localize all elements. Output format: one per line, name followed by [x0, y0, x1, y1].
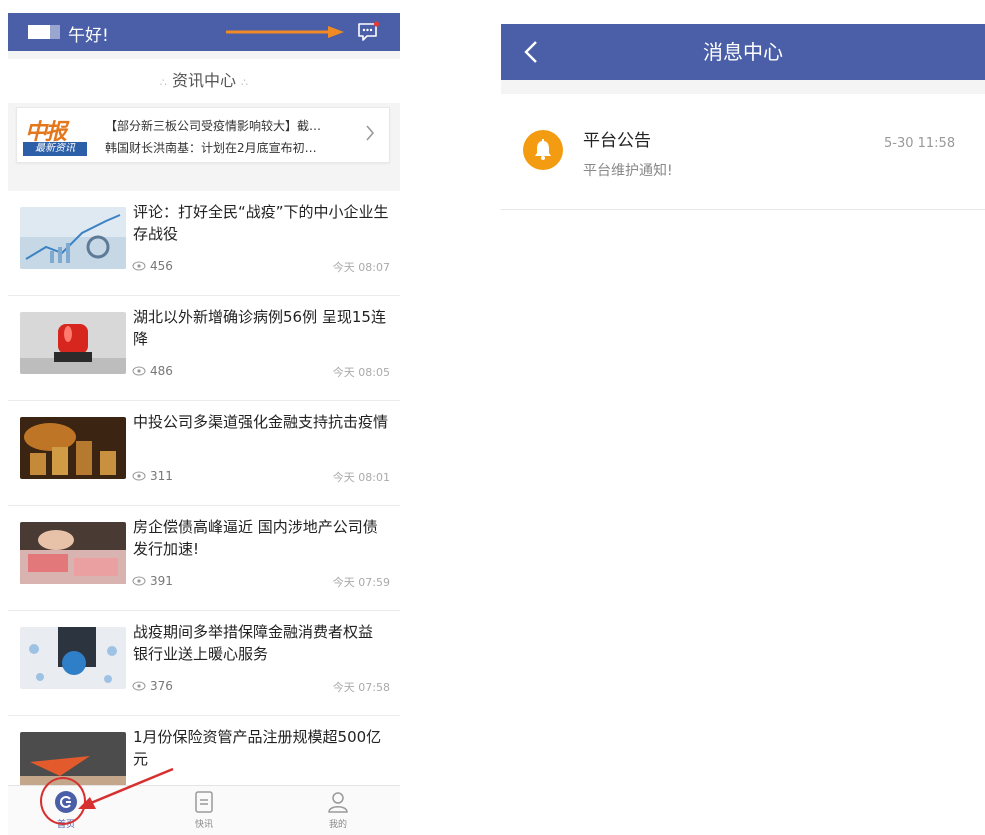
- annotation-arrow-right-icon: [226, 26, 344, 38]
- eye-icon: [132, 261, 146, 271]
- greeting-text: 午好!: [68, 26, 109, 46]
- news-item[interactable]: 房企偿债高峰逼近 国内涉地产公司债发行加速! 391 今天 07:59: [8, 506, 400, 611]
- message-center-screen: 消息中心 平台公告 平台维护通知! 5-30 11:58: [501, 24, 985, 234]
- view-count: 376: [132, 679, 173, 693]
- message-subtitle: 平台维护通知!: [583, 163, 673, 179]
- news-center-title: 资讯中心: [171, 71, 236, 90]
- news-item[interactable]: 中投公司多渠道强化金融支持抗击疫情 311 今天 08:01: [8, 401, 400, 506]
- news-item[interactable]: 湖北以外新增确诊病例56例 呈现15连降 486 今天 08:05: [8, 296, 400, 401]
- message-title: 平台公告: [583, 131, 651, 151]
- news-title[interactable]: 湖北以外新增确诊病例56例 呈现15连降: [133, 306, 391, 350]
- annotation-circle: [40, 777, 86, 825]
- message-item[interactable]: 平台公告 平台维护通知! 5-30 11:58: [501, 94, 985, 210]
- view-count: 311: [132, 469, 173, 483]
- news-title[interactable]: 房企偿债高峰逼近 国内涉地产公司债发行加速!: [133, 516, 391, 560]
- page-title: 消息中心: [703, 40, 783, 64]
- news-title[interactable]: 中投公司多渠道强化金融支持抗击疫情: [133, 411, 391, 433]
- eye-icon: [132, 576, 146, 586]
- news-thumbnail: [20, 312, 126, 374]
- news-time: 今天 08:01: [332, 471, 390, 484]
- news-thumbnail: [20, 417, 126, 479]
- message-icon[interactable]: [356, 21, 380, 43]
- news-thumbnail: [20, 627, 126, 689]
- user-icon: [328, 792, 348, 813]
- chevron-right-icon[interactable]: [365, 124, 375, 142]
- news-time: 今天 08:07: [332, 261, 390, 274]
- news-thumbnail: [20, 522, 126, 584]
- eye-icon: [132, 366, 146, 376]
- decor-dots-icon: ∴: [241, 76, 249, 89]
- news-center-header: ∴ 资讯中心 ∴: [8, 59, 400, 103]
- eye-icon: [132, 471, 146, 481]
- ticker-line[interactable]: 【部分新三板公司受疫情影响较大】截…: [105, 117, 341, 134]
- message-time: 5-30 11:58: [884, 136, 956, 151]
- back-arrow-icon[interactable]: [523, 40, 539, 64]
- home-top-bar: 午好!: [8, 13, 400, 51]
- view-count: 486: [132, 364, 173, 378]
- news-ticker[interactable]: 中报 最新资讯 【部分新三板公司受疫情影响较大】截… 韩国财长洪南基：计划在2月…: [16, 107, 390, 163]
- news-title[interactable]: 评论：打好全民“战疫”下的中小企业生存战役: [133, 201, 391, 245]
- decor-dots-icon: ∴: [159, 76, 167, 89]
- view-count: 391: [132, 574, 173, 588]
- eye-icon: [132, 681, 146, 691]
- ticker-line[interactable]: 韩国财长洪南基：计划在2月底宣布初…: [105, 139, 341, 156]
- bell-icon: [523, 130, 563, 170]
- news-thumbnail: [20, 207, 126, 269]
- nav-item-news[interactable]: 快讯: [174, 790, 234, 830]
- zhongbao-logo: 中报 最新资讯: [23, 114, 89, 158]
- news-time: 今天 08:05: [332, 366, 390, 379]
- news-item[interactable]: 评论：打好全民“战疫”下的中小企业生存战役 456 今天 08:07: [8, 191, 400, 296]
- news-title[interactable]: 战疫期间多举措保障金融消费者权益 银行业送上暖心服务: [133, 621, 391, 665]
- home-screen: 午好! ∴ 资讯中心 ∴ 中报 最新资讯 【部分新三板公司受疫情影响较大】截… …: [8, 13, 400, 835]
- section-gap: [501, 80, 985, 94]
- news-item[interactable]: 战疫期间多举措保障金融消费者权益 银行业送上暖心服务 376 今天 07:58: [8, 611, 400, 716]
- nav-item-me[interactable]: 我的: [308, 790, 368, 830]
- message-center-top-bar: 消息中心: [501, 24, 985, 80]
- news-icon: [195, 791, 213, 813]
- brand-logo: [28, 25, 60, 39]
- news-time: 今天 07:59: [332, 576, 390, 589]
- news-time: 今天 07:58: [332, 681, 390, 694]
- news-title[interactable]: 1月份保险资管产品注册规模超500亿元: [133, 726, 391, 770]
- view-count: 456: [132, 259, 173, 273]
